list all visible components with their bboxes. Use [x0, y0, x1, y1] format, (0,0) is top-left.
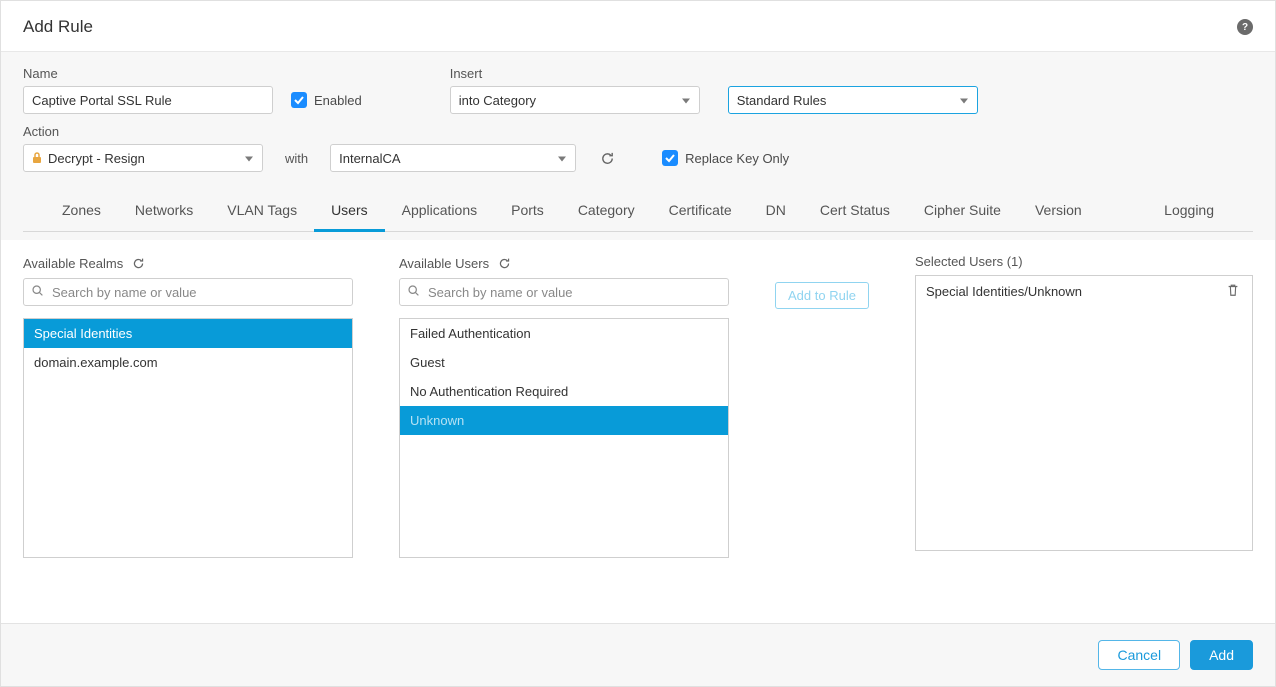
realms-header-text: Available Realms	[23, 256, 123, 271]
tab-networks[interactable]: Networks	[118, 193, 210, 232]
replace-key-checkbox[interactable]	[662, 150, 678, 166]
list-item[interactable]: Guest	[400, 348, 728, 377]
users-header: Available Users	[399, 254, 729, 272]
enabled-wrap: Enabled	[291, 86, 362, 114]
list-item[interactable]: Special Identities	[24, 319, 352, 348]
enabled-checkbox[interactable]	[291, 92, 307, 108]
users-list[interactable]: Failed AuthenticationGuestNo Authenticat…	[399, 318, 729, 558]
enabled-label: Enabled	[314, 93, 362, 108]
refresh-icon[interactable]	[594, 144, 620, 172]
realms-refresh-icon[interactable]	[129, 254, 147, 272]
form-area: Name Enabled Insert into Category	[1, 52, 1275, 240]
selected-item-label: Special Identities/Unknown	[926, 284, 1082, 299]
modal-footer: Cancel Add	[1, 623, 1275, 686]
check-icon	[293, 94, 305, 106]
add-to-rule-button[interactable]: Add to Rule	[775, 282, 869, 309]
selected-row: Special Identities/Unknown	[916, 276, 1252, 306]
selected-header-text: Selected Users (1)	[915, 254, 1023, 269]
action-select[interactable]: Decrypt - Resign	[23, 144, 263, 172]
tab-users[interactable]: Users	[314, 193, 385, 232]
help-icon[interactable]: ?	[1237, 19, 1253, 35]
users-search-wrap	[399, 278, 729, 306]
list-item[interactable]: No Authentication Required	[400, 377, 728, 406]
tab-cipher[interactable]: Cipher Suite	[907, 193, 1018, 232]
tab-version[interactable]: Version	[1018, 193, 1099, 232]
tab-zones[interactable]: Zones	[45, 193, 118, 232]
tab-content-users: Available Realms Special Identitiesdomai…	[1, 240, 1275, 623]
col-selected-users: Selected Users (1) Special Identities/Un…	[915, 254, 1253, 603]
tab-logging[interactable]: Logging	[1147, 193, 1231, 232]
tab-vlan[interactable]: VLAN Tags	[210, 193, 314, 232]
modal-header: Add Rule ?	[1, 1, 1275, 52]
form-row-2: Action Decrypt - Resign with InternalCA	[23, 124, 1253, 172]
tab-certstatus[interactable]: Cert Status	[803, 193, 907, 232]
col-available-realms: Available Realms Special Identitiesdomai…	[23, 254, 353, 603]
with-label: with	[281, 144, 312, 172]
insert-select[interactable]: into Category	[450, 86, 700, 114]
name-label: Name	[23, 66, 273, 81]
modal-title: Add Rule	[23, 17, 93, 37]
tab-cert[interactable]: Certificate	[652, 193, 749, 232]
list-item[interactable]: domain.example.com	[24, 348, 352, 377]
realms-search-wrap	[23, 278, 353, 306]
with-select-value: InternalCA	[339, 151, 400, 166]
action-group: Action Decrypt - Resign	[23, 124, 263, 172]
modal-body: Name Enabled Insert into Category	[1, 52, 1275, 623]
tab-ports[interactable]: Ports	[494, 193, 561, 232]
name-group: Name	[23, 66, 273, 114]
with-select[interactable]: InternalCA	[330, 144, 576, 172]
form-row-1: Name Enabled Insert into Category	[23, 66, 1253, 114]
selected-list: Special Identities/Unknown	[915, 275, 1253, 551]
insert-target-select[interactable]: Standard Rules	[728, 86, 978, 114]
action-label: Action	[23, 124, 263, 139]
replace-key-label: Replace Key Only	[685, 151, 789, 166]
col-available-users: Available Users Failed AuthenticationGue…	[399, 254, 729, 603]
name-input[interactable]	[23, 86, 273, 114]
list-item[interactable]: Failed Authentication	[400, 319, 728, 348]
trash-icon[interactable]	[1226, 283, 1242, 299]
tab-apps[interactable]: Applications	[385, 193, 495, 232]
selected-header: Selected Users (1)	[915, 254, 1253, 269]
users-header-text: Available Users	[399, 256, 489, 271]
replace-key-wrap: Replace Key Only	[662, 144, 789, 172]
action-select-value: Decrypt - Resign	[48, 151, 145, 166]
list-item[interactable]: Unknown	[400, 406, 728, 435]
lock-icon	[30, 151, 44, 165]
users-refresh-icon[interactable]	[495, 254, 513, 272]
insert-label: Insert	[450, 66, 978, 81]
add-button[interactable]: Add	[1190, 640, 1253, 670]
insert-group: Insert into Category Standard Rules	[450, 66, 978, 114]
insert-select-value: into Category	[459, 93, 536, 108]
users-search-input[interactable]	[399, 278, 729, 306]
tabs: ZonesNetworksVLAN TagsUsersApplicationsP…	[23, 182, 1253, 232]
realms-list[interactable]: Special Identitiesdomain.example.com	[23, 318, 353, 558]
realms-header: Available Realms	[23, 254, 353, 272]
cancel-button[interactable]: Cancel	[1098, 640, 1180, 670]
add-rule-modal: Add Rule ? Name Enabled Insert	[0, 0, 1276, 687]
col-actions: Add to Rule	[775, 254, 869, 603]
realms-search-input[interactable]	[23, 278, 353, 306]
tab-dn[interactable]: DN	[749, 193, 803, 232]
check-icon	[664, 152, 676, 164]
tab-category[interactable]: Category	[561, 193, 652, 232]
insert-target-value: Standard Rules	[737, 93, 827, 108]
